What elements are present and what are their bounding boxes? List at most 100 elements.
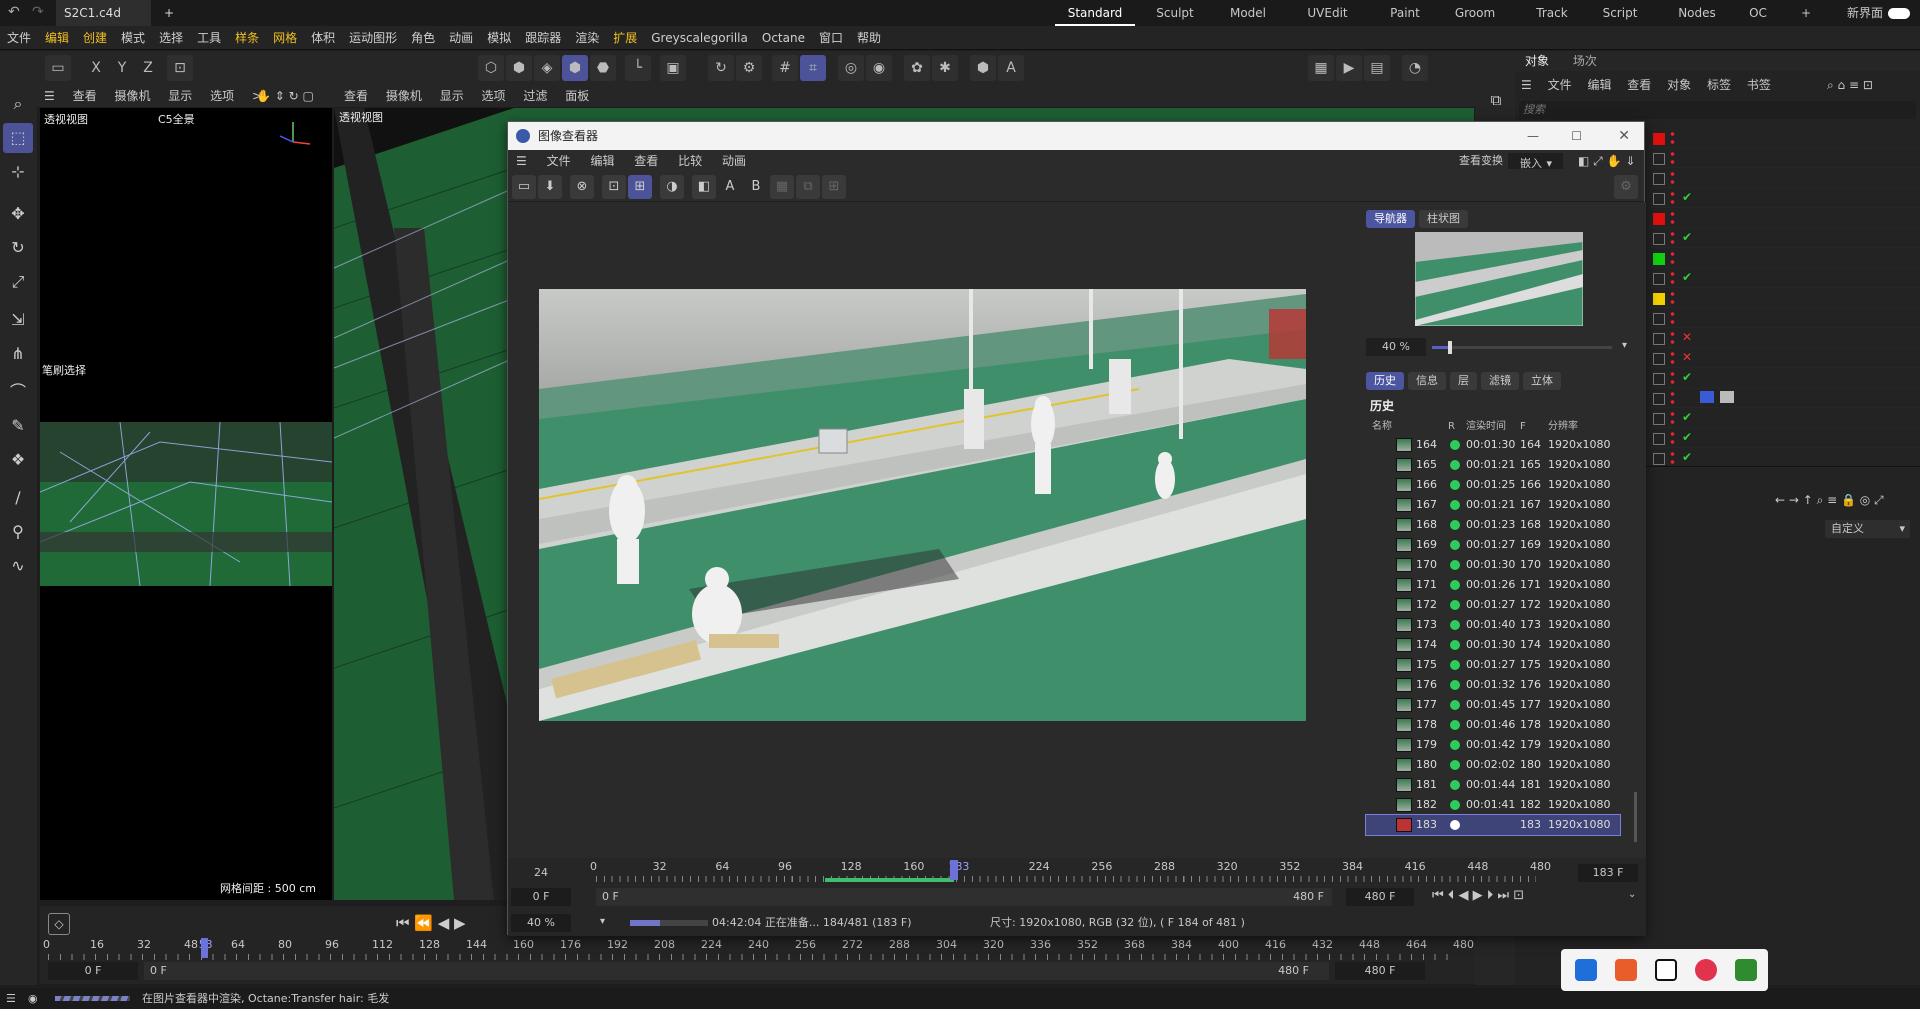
workspace-tab[interactable]: Standard bbox=[1055, 0, 1135, 26]
workspace-tab[interactable]: 新界面 bbox=[1840, 0, 1890, 26]
tab-stereo[interactable]: 立体 bbox=[1523, 372, 1561, 390]
minimize-icon[interactable]: — bbox=[1527, 122, 1539, 150]
menu-display[interactable]: 显示 bbox=[433, 85, 471, 107]
object-row[interactable]: ✕ bbox=[1648, 328, 1920, 348]
menu-item[interactable]: Greyscalegorilla bbox=[644, 26, 755, 50]
tab-layers[interactable]: 层 bbox=[1450, 372, 1477, 390]
history-row[interactable]: 164 00:01:30 164 1920x1080 bbox=[1366, 435, 1620, 455]
app-icon[interactable] bbox=[1575, 959, 1597, 981]
history-row[interactable]: 170 00:01:30 170 1920x1080 bbox=[1366, 555, 1620, 575]
col-frame[interactable]: F bbox=[1520, 419, 1526, 435]
render-view-icon[interactable]: ◎ bbox=[838, 55, 864, 81]
image-canvas[interactable] bbox=[508, 202, 1360, 858]
render-region-icon[interactable]: ⊡ bbox=[602, 175, 626, 199]
navigator-thumbnail[interactable] bbox=[1415, 232, 1583, 326]
view-layout-icons[interactable]: ◧ ⤢ ✋ ⇓ bbox=[1570, 150, 1643, 172]
tab-info[interactable]: 信息 bbox=[1408, 372, 1446, 390]
render-dots-icon[interactable] bbox=[1670, 370, 1675, 386]
save-icon[interactable]: ⬇ bbox=[538, 175, 562, 199]
tab-objects[interactable]: 对象 bbox=[1515, 54, 1559, 68]
object-row[interactable]: ✔ bbox=[1648, 408, 1920, 428]
visibility-icon[interactable] bbox=[1653, 153, 1665, 165]
menu-item[interactable]: 网格 bbox=[266, 26, 304, 50]
menu-item[interactable]: 工具 bbox=[190, 26, 228, 50]
workspace-tab[interactable]: Script bbox=[1590, 0, 1650, 26]
snap-rotate-icon[interactable]: ↻ bbox=[708, 55, 734, 81]
render-dots-icon[interactable] bbox=[1670, 390, 1675, 406]
pv-menu-compare[interactable]: 比较 bbox=[670, 150, 710, 172]
texture-mode-icon[interactable]: ▣ bbox=[660, 55, 686, 81]
workspace-tab[interactable]: OC bbox=[1738, 0, 1778, 26]
menu-item[interactable]: 帮助 bbox=[850, 26, 888, 50]
object-row[interactable]: ✔ bbox=[1648, 188, 1920, 208]
visibility-icon[interactable] bbox=[1653, 333, 1665, 345]
status-check-icon[interactable]: ✔ bbox=[1682, 230, 1692, 244]
spline-tool-icon[interactable]: ✎ bbox=[3, 411, 33, 441]
settings-icon[interactable]: ⚙ bbox=[1614, 175, 1638, 199]
col-r[interactable]: R bbox=[1448, 419, 1455, 435]
object-row[interactable] bbox=[1648, 308, 1920, 328]
object-menu-view[interactable]: 查看 bbox=[1621, 78, 1657, 92]
clapper-icon[interactable]: ▦ bbox=[1308, 55, 1334, 81]
viewport-menu-icon[interactable]: ☰ bbox=[37, 85, 62, 107]
history-row[interactable]: 178 00:01:46 178 1920x1080 bbox=[1366, 715, 1620, 735]
axis-x-button[interactable]: X bbox=[83, 55, 109, 81]
undo-nav-icon[interactable]: ← → ↑ ⌕ ≡ 🔒 ◎ ⤢ bbox=[1775, 493, 1884, 508]
workplane-icon[interactable]: ⌗ bbox=[800, 55, 826, 81]
document-tab[interactable]: S2C1.c4d *✕ bbox=[56, 0, 151, 46]
pv-start-frame-field[interactable]: 0 F bbox=[511, 888, 571, 906]
compare-icon[interactable]: ◧ bbox=[692, 175, 716, 199]
transport-controls[interactable]: ⏮ ⏪ ◀ ▶ bbox=[396, 914, 466, 932]
tag-icon[interactable] bbox=[1700, 391, 1714, 403]
workspace-tab[interactable]: Groom bbox=[1445, 0, 1505, 26]
object-menu-icon[interactable]: ☰ bbox=[1515, 78, 1538, 92]
current-frame-field[interactable]: 183 F bbox=[1578, 864, 1638, 882]
playhead[interactable] bbox=[950, 860, 959, 880]
object-row[interactable]: ✔ bbox=[1648, 228, 1920, 248]
render-queue-icon[interactable]: ▤ bbox=[1364, 55, 1390, 81]
history-row[interactable]: 169 00:01:27 169 1920x1080 bbox=[1366, 535, 1620, 555]
axis-y-button[interactable]: Y bbox=[109, 55, 135, 81]
render-active-icon[interactable]: ▶ bbox=[1336, 55, 1362, 81]
menu-display[interactable]: 显示 bbox=[161, 85, 199, 107]
menu-options[interactable]: 选项 bbox=[203, 85, 241, 107]
brush-tool-icon[interactable]: A bbox=[998, 55, 1024, 81]
stop-render-icon[interactable]: ⊗ bbox=[570, 175, 594, 199]
object-menu-bookmarks[interactable]: 书签 bbox=[1741, 78, 1777, 92]
status-check-icon[interactable]: ✔ bbox=[1682, 190, 1692, 204]
grid-icon[interactable]: # bbox=[772, 55, 798, 81]
scale-tool-icon[interactable]: ⤢ bbox=[3, 267, 33, 297]
pv-menu-animation[interactable]: 动画 bbox=[714, 150, 754, 172]
object-row[interactable]: ✔ bbox=[1648, 448, 1920, 468]
hair-tool-icon[interactable]: ∿ bbox=[3, 551, 33, 581]
object-menu-object[interactable]: 对象 bbox=[1661, 78, 1697, 92]
object-row[interactable]: ✔ bbox=[1648, 368, 1920, 388]
left-viewport[interactable]: 透视视图 C5全景 笔刷选择 网格间距 : 500 cm bbox=[40, 108, 332, 900]
menu-item[interactable]: 角色 bbox=[404, 26, 442, 50]
status-check-icon[interactable]: ✔ bbox=[1682, 430, 1692, 444]
close-icon[interactable]: ✕ bbox=[1618, 122, 1630, 150]
status-check-icon[interactable]: ✔ bbox=[1682, 270, 1692, 284]
sculpt-icon[interactable]: ⚲ bbox=[3, 517, 33, 547]
attribute-mode-dropdown[interactable]: 自定义 ▾ bbox=[1825, 520, 1910, 538]
redo-icon[interactable]: ↷ bbox=[32, 4, 44, 20]
menu-item[interactable]: 跟踪器 bbox=[518, 26, 568, 50]
nvidia-icon[interactable] bbox=[1735, 959, 1757, 981]
render-dots-icon[interactable] bbox=[1670, 210, 1675, 226]
history-scrollbar[interactable] bbox=[1634, 792, 1637, 842]
undo-icon[interactable]: ↶ bbox=[8, 4, 20, 20]
spline-pen-icon[interactable]: ⌒ bbox=[3, 377, 33, 407]
menu-view[interactable]: 查看 bbox=[66, 85, 104, 107]
history-row[interactable]: 168 00:01:23 168 1920x1080 bbox=[1366, 515, 1620, 535]
history-row[interactable]: 180 00:02:02 180 1920x1080 bbox=[1366, 755, 1620, 775]
camera-label[interactable]: C5全景 bbox=[158, 111, 195, 127]
menu-item[interactable]: 模拟 bbox=[480, 26, 518, 50]
search-icon[interactable]: ⌕ ⌂ ≡ ⊡ bbox=[1827, 74, 1873, 96]
pv-menu-edit[interactable]: 编辑 bbox=[582, 150, 622, 172]
col-name[interactable]: 名称 bbox=[1372, 419, 1392, 435]
object-menu-tags[interactable]: 标签 bbox=[1701, 78, 1737, 92]
col-resolution[interactable]: 分辨率 bbox=[1548, 419, 1578, 435]
workspace-tab[interactable]: Sculpt bbox=[1145, 0, 1205, 26]
visibility-icon[interactable] bbox=[1653, 233, 1665, 245]
render-dots-icon[interactable] bbox=[1670, 170, 1675, 186]
